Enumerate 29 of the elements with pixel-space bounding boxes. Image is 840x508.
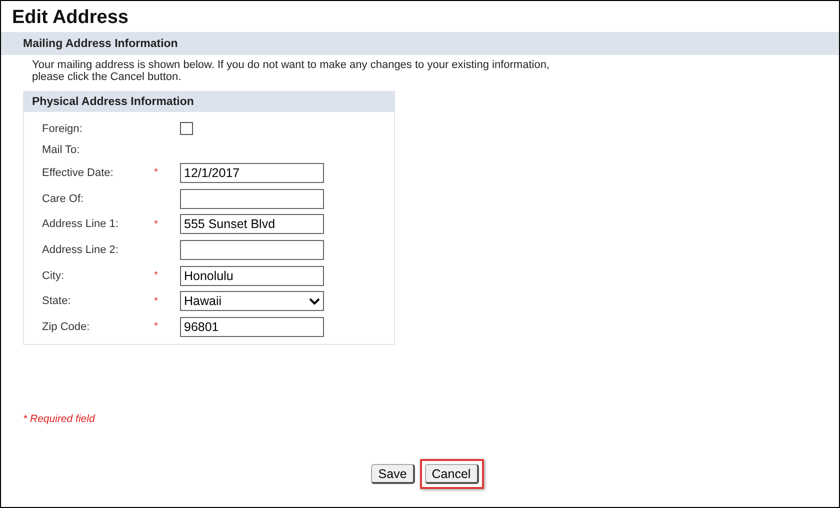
text-field[interactable] [180, 240, 324, 260]
field-label: State: [42, 295, 71, 308]
required-marker: * [154, 167, 158, 178]
text-field[interactable]: Honolulu [180, 266, 324, 286]
field-label: Address Line 2: [42, 244, 118, 256]
required-note: * Required field [23, 413, 95, 425]
field-label: City: [42, 270, 64, 282]
page-title: Edit Address [12, 6, 130, 30]
field-label: Care Of: [42, 192, 84, 205]
field-label: Foreign: [42, 122, 82, 134]
panel-header: Physical Address Information [23, 91, 395, 112]
field-label: Zip Code: [42, 320, 90, 333]
required-marker: * [154, 321, 158, 332]
field-label: Effective Date: [42, 166, 114, 179]
field-label: Mail To: [42, 144, 80, 156]
required-marker: * [154, 270, 158, 282]
text-field[interactable] [180, 188, 324, 209]
text-field[interactable]: 96801 [180, 316, 324, 337]
foreign-checkbox[interactable] [180, 122, 193, 135]
required-marker: * [154, 296, 158, 307]
cancel-button[interactable]: Cancel [420, 459, 484, 489]
section-header: Mailing Address Information [1, 32, 839, 55]
text-field[interactable]: 12/1/2017 [180, 162, 324, 183]
text-field[interactable]: 555 Sunset Blvd [180, 214, 324, 234]
state-dropdown[interactable]: Hawaii [180, 291, 324, 312]
field-label: Address Line 1: [42, 218, 118, 230]
intro-text: Your mailing address is shown below. If you do not want to make any changes to your existing information, please click the Cancel button. [32, 59, 550, 83]
required-marker: * [154, 218, 158, 230]
chevron-icon [309, 298, 320, 305]
